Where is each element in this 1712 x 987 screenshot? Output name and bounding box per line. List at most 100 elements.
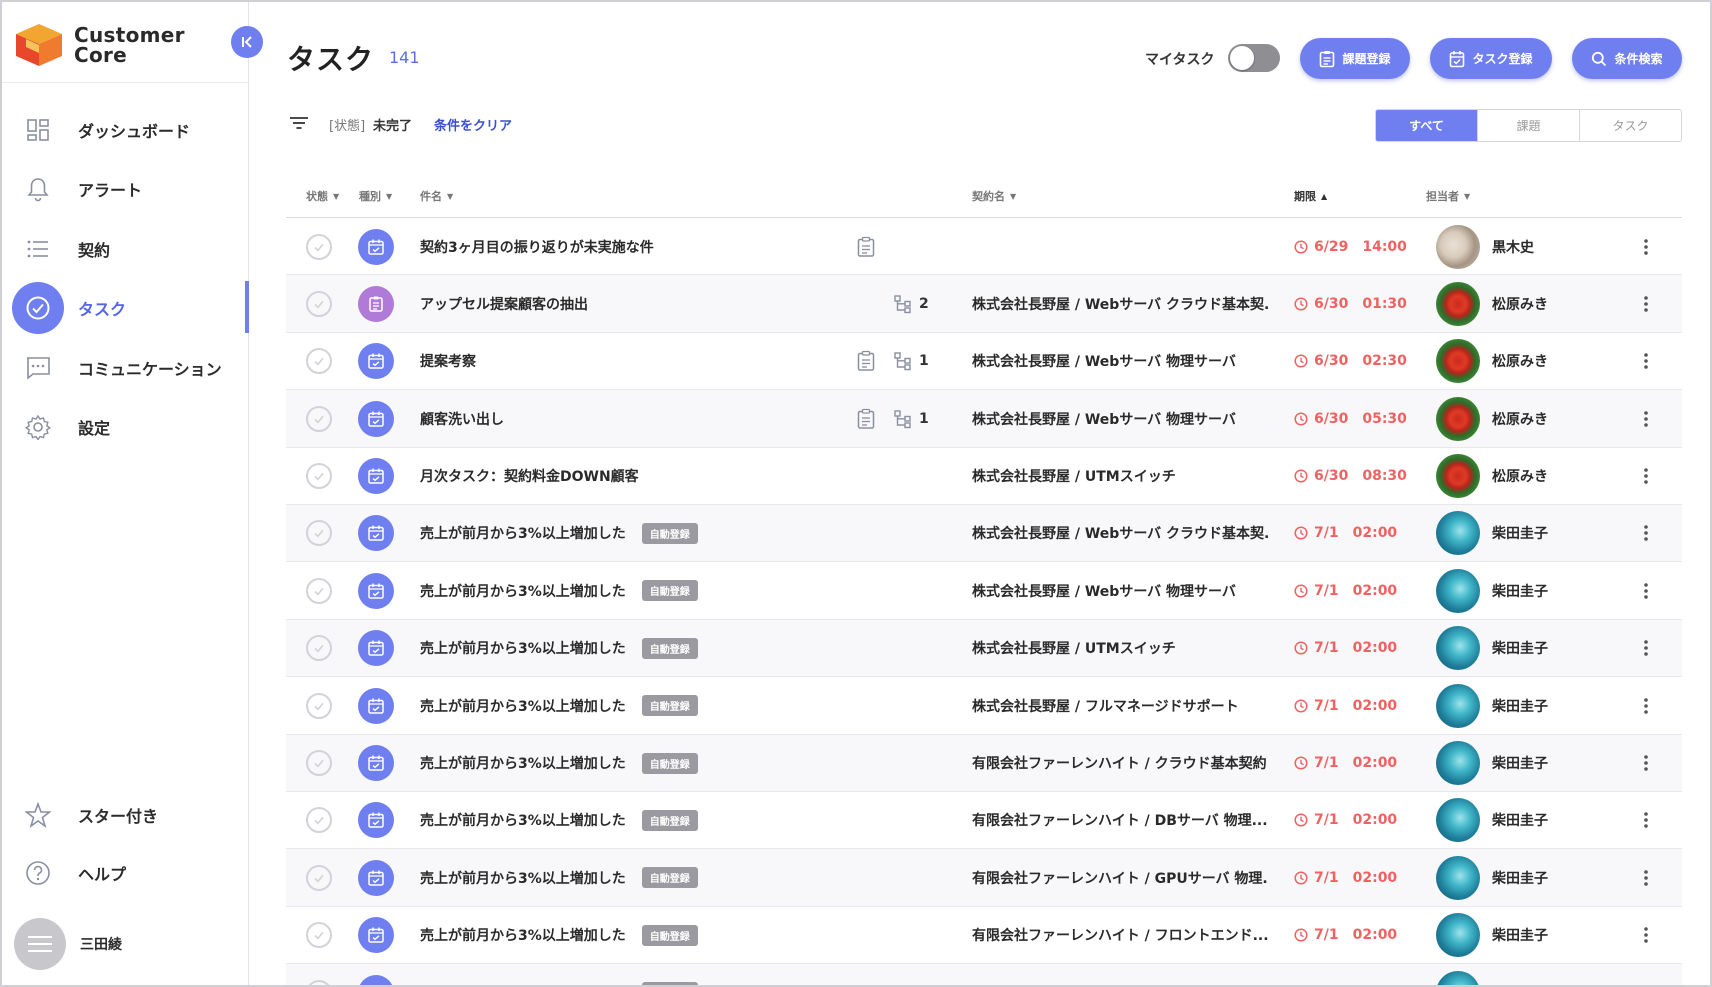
sidebar-item-dashboard[interactable]: ダッシュボード [2, 100, 249, 160]
more-menu-icon[interactable] [1643, 505, 1649, 562]
owner-cell[interactable]: 黒木史 [1436, 218, 1534, 275]
table-row[interactable]: 売上が前月から3%以上増加した 自動登録 株式会社長野屋 / UTMスイッチ 7/1 0… [286, 619, 1682, 678]
task-name-cell[interactable]: 売上が前月から3%以上増加した自動登録 [420, 505, 698, 562]
more-menu-icon[interactable] [1643, 562, 1649, 619]
complete-check-icon[interactable] [306, 864, 332, 891]
complete-check-icon[interactable] [306, 233, 332, 260]
task-name-cell[interactable]: アップセル提案顧客の抽出 [420, 275, 588, 332]
clear-filter-link[interactable]: 条件をクリア [434, 115, 512, 134]
table-row[interactable]: 顧客洗い出し 1 株式会社長野屋 / Webサーバ 物理サーバ 6/30 05:30 松原… [286, 390, 1682, 448]
table-row[interactable]: 月次タスク：契約料金DOWN顧客 株式会社長野屋 / UTMスイッチ 6/30 08:… [286, 448, 1682, 505]
task-name-cell[interactable]: 顧客洗い出し [420, 390, 504, 447]
table-row[interactable]: 売上が前月から3%以上増加した 自動登録 有限会社ファーレンハイト / クラウド基本… [286, 734, 1682, 792]
owner-cell[interactable]: 柴田圭子 [1436, 505, 1548, 562]
complete-check-icon[interactable] [306, 807, 332, 834]
contract-name[interactable]: 有限会社ファーレンハイト / クラウド基本契約 [972, 735, 1268, 792]
task-name-cell[interactable]: 売上が前月から3%以上増加した自動登録 [420, 849, 698, 906]
subtask-indicator[interactable]: 1 [893, 390, 929, 447]
task-name-cell[interactable]: 売上が前月から3%以上増加した自動登録 [420, 677, 698, 734]
owner-cell[interactable]: 柴田圭子 [1436, 735, 1548, 792]
column-type[interactable]: 種別 ▼ [359, 188, 392, 204]
sidebar-item-list[interactable]: 契約 [2, 219, 249, 279]
table-row[interactable]: 売上が前月から3%以上増加した 自動登録 有限会社ファーレンハイト / フロントエン… [286, 907, 1682, 965]
contract-name[interactable]: 株式会社長野屋 / Webサーバ クラウド基本契... [972, 505, 1268, 562]
complete-check-icon[interactable] [306, 463, 332, 490]
segment-all[interactable]: すべて [1376, 110, 1477, 141]
my-task-toggle[interactable] [1228, 44, 1280, 72]
contract-name[interactable]: 株式会社長野屋 / Webサーバ クラウド基本契... [972, 275, 1268, 332]
more-menu-icon[interactable] [1643, 792, 1649, 849]
table-row[interactable]: アップセル提案顧客の抽出 2 株式会社長野屋 / Webサーバ クラウド基本契...… [286, 275, 1682, 333]
memo-icon[interactable] [856, 333, 876, 390]
memo-icon[interactable] [856, 390, 876, 447]
more-menu-icon[interactable] [1643, 964, 1649, 985]
owner-cell[interactable]: 松原みき [1436, 448, 1548, 505]
table-row[interactable]: 売上が前月から3%以上増加した 自動登録 有限会社ファーレンハイト / ... 7/1… [286, 964, 1682, 985]
more-menu-icon[interactable] [1643, 907, 1649, 964]
complete-check-icon[interactable] [306, 692, 332, 719]
table-row[interactable]: 契約3ヶ月目の振り返りが未実施な件 6/29 14:00 黒木史 [286, 218, 1682, 276]
contract-name[interactable]: 有限会社ファーレンハイト / フロントエンド... [972, 907, 1268, 964]
owner-cell[interactable]: 柴田圭子 [1436, 792, 1548, 849]
more-menu-icon[interactable] [1643, 735, 1649, 792]
memo-icon[interactable] [856, 218, 876, 275]
contract-name[interactable]: 有限会社ファーレンハイト / GPUサーバ 物理... [972, 849, 1268, 906]
task-name-cell[interactable]: 月次タスク：契約料金DOWN顧客 [420, 448, 639, 505]
task-name-cell[interactable]: 売上が前月から3%以上増加した自動登録 [420, 792, 698, 849]
sidebar-item-bell[interactable]: アラート [2, 160, 249, 220]
sidebar-item-chat[interactable]: コミュニケーション [2, 338, 249, 398]
table-row[interactable]: 売上が前月から3%以上増加した 自動登録 株式会社長野屋 / Webサーバ クラウド… [286, 504, 1682, 563]
owner-cell[interactable]: 松原みき [1436, 333, 1548, 390]
table-row[interactable]: 売上が前月から3%以上増加した 自動登録 株式会社長野屋 / フルマネージドサポート… [286, 677, 1682, 735]
condition-search-button[interactable]: 条件検索 [1572, 38, 1682, 79]
filter-icon[interactable] [289, 115, 309, 135]
task-name-cell[interactable]: 提案考察 [420, 333, 476, 390]
complete-check-icon[interactable] [306, 922, 332, 949]
more-menu-icon[interactable] [1643, 448, 1649, 505]
owner-cell[interactable]: 柴田圭子 [1436, 907, 1548, 964]
contract-name[interactable] [972, 218, 1268, 275]
segment-issue[interactable]: 課題 [1477, 110, 1579, 141]
sidebar-item-star[interactable]: スター付き [2, 786, 249, 844]
task-name-cell[interactable]: 売上が前月から3%以上増加した自動登録 [420, 964, 698, 985]
column-status[interactable]: 状態 ▼ [306, 188, 339, 204]
complete-check-icon[interactable] [306, 348, 332, 375]
table-row[interactable]: 売上が前月から3%以上増加した 自動登録 株式会社長野屋 / Webサーバ 物理サー… [286, 562, 1682, 620]
user-profile[interactable]: 三田綾 [14, 918, 122, 970]
complete-check-icon[interactable] [306, 290, 332, 317]
task-register-button[interactable]: タスク登録 [1430, 38, 1552, 79]
contract-name[interactable]: 株式会社長野屋 / UTMスイッチ [972, 448, 1268, 505]
task-name-cell[interactable]: 売上が前月から3%以上増加した自動登録 [420, 620, 698, 677]
complete-check-icon[interactable] [306, 635, 332, 662]
sidebar-item-gear[interactable]: 設定 [2, 398, 249, 458]
issue-register-button[interactable]: 課題登録 [1300, 38, 1410, 79]
owner-cell[interactable]: 柴田圭子 [1436, 620, 1548, 677]
owner-cell[interactable]: 松原みき [1436, 275, 1548, 332]
subtask-indicator[interactable]: 1 [893, 333, 929, 390]
complete-check-icon[interactable] [306, 405, 332, 432]
contract-name[interactable]: 株式会社長野屋 / フルマネージドサポート [972, 677, 1268, 734]
owner-cell[interactable]: 柴田圭子 [1436, 677, 1548, 734]
contract-name[interactable]: 有限会社ファーレンハイト / ... [972, 964, 1268, 985]
complete-check-icon[interactable] [306, 979, 332, 985]
more-menu-icon[interactable] [1643, 620, 1649, 677]
column-owner[interactable]: 担当者 ▼ [1426, 188, 1470, 204]
owner-cell[interactable]: 柴田圭子 [1436, 849, 1548, 906]
contract-name[interactable]: 株式会社長野屋 / Webサーバ 物理サーバ [972, 333, 1268, 390]
more-menu-icon[interactable] [1643, 390, 1649, 447]
sidebar-item-help[interactable]: ヘルプ [2, 844, 249, 902]
collapse-sidebar-button[interactable] [231, 26, 263, 58]
task-name-cell[interactable]: 売上が前月から3%以上増加した自動登録 [420, 735, 698, 792]
complete-check-icon[interactable] [306, 520, 332, 547]
segment-task[interactable]: タスク [1579, 110, 1681, 141]
owner-cell[interactable]: 松原みき [1436, 390, 1548, 447]
more-menu-icon[interactable] [1643, 275, 1649, 332]
complete-check-icon[interactable] [306, 577, 332, 604]
table-row[interactable]: 売上が前月から3%以上増加した 自動登録 有限会社ファーレンハイト / GPUサーバ… [286, 849, 1682, 907]
more-menu-icon[interactable] [1643, 677, 1649, 734]
task-name-cell[interactable]: 売上が前月から3%以上増加した自動登録 [420, 562, 698, 619]
contract-name[interactable]: 有限会社ファーレンハイト / DBサーバ 物理... [972, 792, 1268, 849]
column-name[interactable]: 件名 ▼ [420, 188, 453, 204]
complete-check-icon[interactable] [306, 750, 332, 777]
owner-cell[interactable]: 柴田圭子 [1436, 562, 1548, 619]
